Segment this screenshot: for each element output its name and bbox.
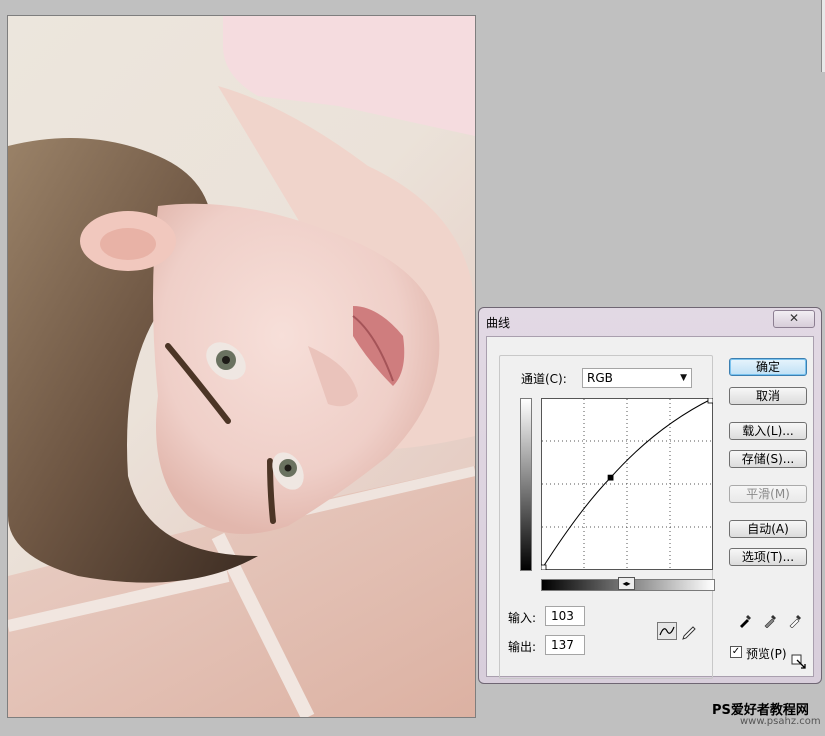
options-button[interactable]: 选项(T)...	[729, 548, 807, 566]
curves-dialog: 曲线 ✕ 通道(C): RGB ▼ ◂▸ 输入: 103 输出: 137 确定 …	[478, 307, 822, 684]
white-eyedropper-icon[interactable]	[788, 612, 804, 628]
chevron-down-icon: ▼	[680, 373, 687, 383]
curve-endpoint-white[interactable]	[707, 398, 713, 404]
curve-control-point[interactable]	[607, 474, 614, 481]
channel-label: 通道(C):	[521, 372, 567, 386]
output-label: 输出:	[508, 640, 537, 654]
output-gradient-bar	[520, 398, 532, 571]
expand-icon[interactable]	[791, 654, 807, 670]
auto-button[interactable]: 自动(A)	[729, 520, 807, 538]
cancel-button[interactable]: 取消	[729, 387, 807, 405]
curve-endpoint-black[interactable]	[541, 564, 547, 570]
smooth-button[interactable]: 平滑(M)	[729, 485, 807, 503]
window-scrollbar[interactable]	[821, 0, 825, 72]
black-eyedropper-icon[interactable]	[738, 612, 754, 628]
curve-graph[interactable]	[541, 398, 713, 570]
curve-icon	[659, 626, 675, 636]
canvas-photo	[7, 15, 476, 718]
input-slider-handle[interactable]: ◂▸	[618, 577, 635, 590]
channel-select-value: RGB	[587, 371, 613, 385]
preview-label: 预览(P)	[746, 647, 787, 661]
ok-button[interactable]: 确定	[729, 358, 807, 376]
input-field[interactable]: 103	[545, 606, 585, 626]
pencil-tool[interactable]	[680, 622, 700, 640]
curve-point-tool[interactable]	[657, 622, 677, 640]
pencil-icon	[682, 626, 696, 640]
save-button[interactable]: 存储(S)...	[729, 450, 807, 468]
preview-checkbox[interactable]: ✓	[730, 646, 742, 658]
output-field[interactable]: 137	[545, 635, 585, 655]
watermark-url: www.psahz.com	[740, 716, 821, 727]
load-button[interactable]: 载入(L)...	[729, 422, 807, 440]
dialog-title: 曲线	[486, 316, 511, 330]
dialog-body: 通道(C): RGB ▼ ◂▸ 输入: 103 输出: 137 确定 取消 载入…	[486, 336, 814, 679]
curves-group: 通道(C): RGB ▼ ◂▸ 输入: 103 输出: 137	[499, 355, 715, 679]
gray-eyedropper-icon[interactable]	[763, 612, 779, 628]
close-button[interactable]: ✕	[773, 310, 815, 328]
input-label: 输入:	[508, 611, 537, 625]
channel-select[interactable]: RGB ▼	[582, 368, 692, 388]
